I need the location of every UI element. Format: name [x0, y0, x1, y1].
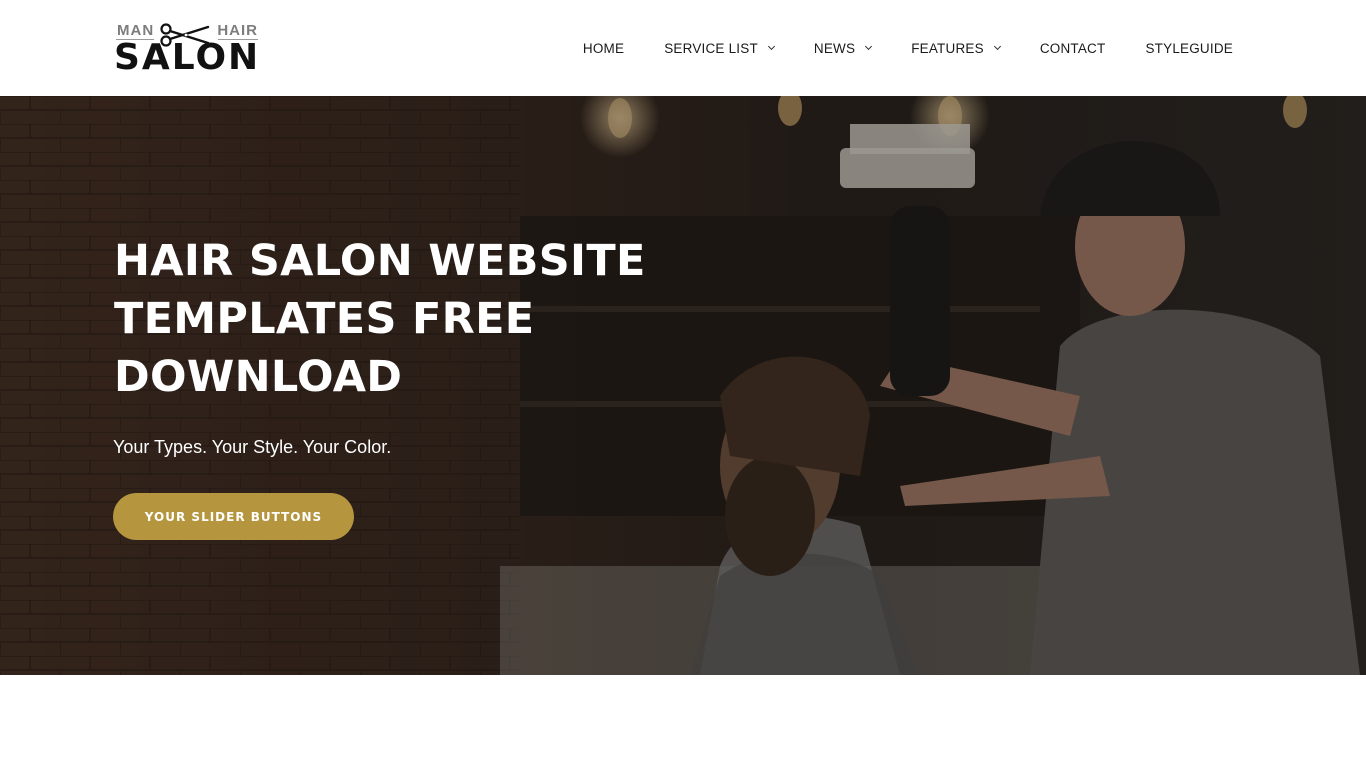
nav-label: HOME: [582, 40, 625, 56]
logo-word-salon: SALON: [114, 37, 261, 78]
nav-item-news[interactable]: NEWS: [813, 40, 873, 56]
nav-item-service-list[interactable]: SERVICE LIST: [664, 40, 775, 56]
chevron-down-icon: [767, 42, 775, 50]
nav-label: CONTACT: [1039, 40, 1106, 56]
chevron-down-icon: [993, 42, 1001, 50]
hero-title: HAIR SALON WEBSITE TEMPLATES FREE DOWNLO…: [114, 236, 646, 402]
site-logo[interactable]: MAN HAIR SALON: [114, 20, 260, 78]
chevron-down-icon: [865, 42, 873, 50]
nav-item-styleguide[interactable]: STYLEGUIDE: [1145, 41, 1233, 56]
main-navigation: HOME SERVICE LIST NEWS FEATURES CONTACT …: [583, 0, 1233, 96]
nav-item-home[interactable]: HOME: [583, 41, 624, 56]
nav-item-features[interactable]: FEATURES: [911, 40, 1001, 56]
nav-item-contact[interactable]: CONTACT: [1040, 41, 1106, 56]
site-header: MAN HAIR SALON HOME SERVICE LIST NEWS FE…: [0, 0, 1366, 96]
nav-label: FEATURES: [911, 40, 984, 56]
hero-subtitle: Your Types. Your Style. Your Color.: [113, 437, 392, 457]
hero-cta-button[interactable]: YOUR SLIDER BUTTONS: [113, 493, 354, 540]
nav-label: NEWS: [813, 40, 856, 56]
nav-label: SERVICE LIST: [664, 40, 758, 56]
nav-label: STYLEGUIDE: [1145, 40, 1233, 56]
hero-slider: HAIR SALON WEBSITE TEMPLATES FREE DOWNLO…: [0, 96, 1366, 675]
